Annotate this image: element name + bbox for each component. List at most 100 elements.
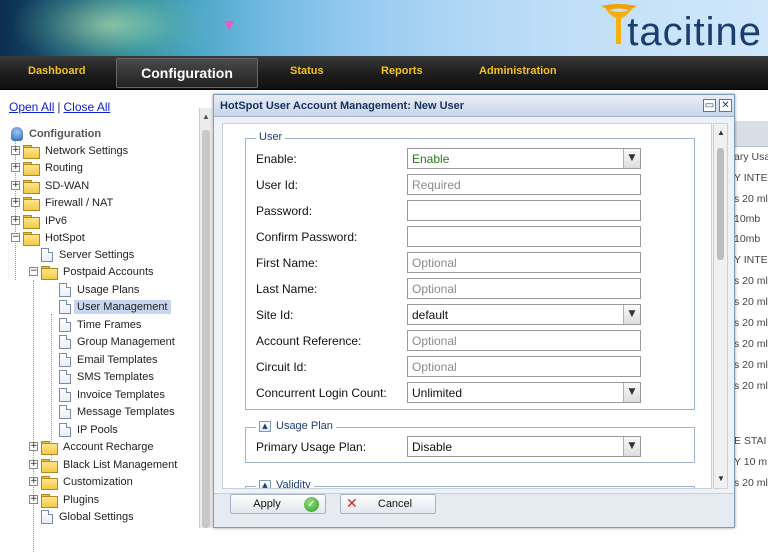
page-icon	[59, 369, 71, 384]
tree-item-postpaid-accounts[interactable]: − Postpaid Accounts	[29, 263, 154, 280]
tree-item-server-settings[interactable]: Server Settings	[41, 246, 134, 263]
nav-status[interactable]: Status	[290, 65, 324, 77]
expand-icon[interactable]: +	[11, 163, 20, 172]
tree-item-customization[interactable]: + Customization	[29, 473, 133, 490]
tree-item-black-list-management[interactable]: + Black List Management	[29, 456, 177, 473]
chevron-down-icon[interactable]: ▼	[623, 437, 640, 456]
last-name-input[interactable]: Optional	[407, 278, 641, 299]
confirm-password-label: Confirm Password:	[256, 230, 358, 244]
tree-label: Black List Management	[63, 458, 178, 471]
tree-item-user-management[interactable]: User Management	[59, 298, 171, 315]
chevron-down-icon[interactable]: ▼	[623, 383, 640, 402]
close-all-link[interactable]: Close All	[64, 100, 111, 114]
tree-item-hotspot[interactable]: − HotSpot	[11, 229, 85, 246]
folder-open-icon	[23, 231, 40, 246]
usage-plan-group: ▲ Usage Plan Primary Usage Plan: Disable ▼	[245, 420, 695, 463]
cancel-button[interactable]: ✕ Cancel	[340, 494, 436, 514]
confirm-password-input[interactable]	[407, 226, 641, 247]
tree-item-invoice-templates[interactable]: Invoice Templates	[59, 386, 165, 403]
tree-item-plugins[interactable]: + Plugins	[29, 491, 99, 508]
tree-item-sd-wan[interactable]: + SD-WAN	[11, 177, 89, 194]
scrollbar-thumb[interactable]	[717, 148, 724, 260]
tree-item-usage-plans[interactable]: Usage Plans	[59, 281, 139, 298]
chevron-down-icon[interactable]: ▼	[623, 149, 640, 168]
tree-item-account-recharge[interactable]: + Account Recharge	[29, 438, 154, 455]
site-id-select[interactable]: default ▼	[407, 304, 641, 325]
scrollbar-thumb[interactable]	[202, 130, 210, 528]
table-cell: 10mb	[734, 233, 761, 245]
expand-icon[interactable]: +	[29, 442, 38, 451]
folder-icon	[23, 214, 40, 229]
user-id-input[interactable]: Required	[407, 174, 641, 195]
expand-icon[interactable]: +	[11, 198, 20, 207]
collapse-icon[interactable]: −	[29, 267, 38, 276]
table-cell: Y INTE	[734, 172, 768, 184]
tree-label: HotSpot	[45, 231, 85, 244]
tree-item-message-templates[interactable]: Message Templates	[59, 403, 175, 420]
tree-item-network-settings[interactable]: + Network Settings	[11, 142, 128, 159]
nav-administration[interactable]: Administration	[479, 65, 557, 77]
page-icon	[59, 352, 71, 367]
first-name-input[interactable]: Optional	[407, 252, 641, 273]
user-id-row: User Id: Required	[256, 174, 676, 196]
expand-icon[interactable]: +	[11, 146, 20, 155]
scroll-up-icon[interactable]: ▲	[202, 112, 210, 121]
dialog-titlebar[interactable]: HotSpot User Account Management: New Use…	[214, 95, 734, 117]
collapse-up-icon[interactable]: ▲	[259, 479, 271, 488]
header-banner: ▾ tacitine	[0, 0, 768, 56]
tree-label: SMS Templates	[77, 370, 154, 383]
table-header-cell: ary Usa	[734, 151, 768, 163]
collapse-icon[interactable]: −	[11, 233, 20, 242]
sidebar-scrollbar[interactable]: ▲	[199, 108, 212, 528]
tree-item-global-settings[interactable]: Global Settings	[41, 508, 134, 525]
expand-icon[interactable]: +	[11, 181, 20, 190]
site-id-row: Site Id: default ▼	[256, 304, 676, 326]
restore-icon[interactable]: ▭	[703, 99, 716, 112]
circuit-id-input[interactable]: Optional	[407, 356, 641, 377]
tree-label: Network Settings	[45, 144, 129, 157]
close-icon[interactable]: ✕	[719, 99, 732, 112]
scroll-up-icon[interactable]: ▲	[717, 128, 725, 137]
tree-item-ipv6[interactable]: + IPv6	[11, 212, 67, 229]
scroll-down-icon[interactable]: ▼	[717, 474, 725, 483]
tree-item-group-management[interactable]: Group Management	[59, 333, 175, 350]
open-all-link[interactable]: Open All	[9, 100, 54, 114]
tree-item-firewall-nat[interactable]: + Firewall / NAT	[11, 194, 113, 211]
nav-dashboard[interactable]: Dashboard	[28, 65, 85, 77]
expand-icon[interactable]: +	[29, 495, 38, 504]
tree-item-email-templates[interactable]: Email Templates	[59, 351, 158, 368]
tree-item-ip-pools[interactable]: IP Pools	[59, 421, 118, 438]
concurrent-login-select[interactable]: Unlimited ▼	[407, 382, 641, 403]
tree-root[interactable]: Configuration	[11, 125, 101, 142]
account-reference-label: Account Reference:	[256, 334, 362, 348]
configuration-icon	[11, 126, 23, 141]
banner-decoration: ▾	[224, 14, 235, 36]
expand-icon[interactable]: +	[11, 216, 20, 225]
enable-select[interactable]: Enable ▼	[407, 148, 641, 169]
table-cell: s 20 ml	[734, 193, 768, 205]
tree-item-time-frames[interactable]: Time Frames	[59, 316, 141, 333]
nav-configuration[interactable]: Configuration	[116, 58, 258, 88]
form-scrollbar[interactable]: ▲ ▼	[713, 123, 728, 489]
collapse-up-icon[interactable]: ▲	[259, 420, 271, 432]
tree-item-sms-templates[interactable]: SMS Templates	[59, 368, 154, 385]
nav-reports[interactable]: Reports	[381, 65, 423, 77]
table-cell: s 20 ml	[734, 477, 768, 489]
apply-button[interactable]: Apply ✓	[230, 494, 326, 514]
validity-title: Validity	[276, 479, 311, 489]
page-icon	[41, 509, 53, 524]
usage-plan-legend[interactable]: ▲ Usage Plan	[256, 420, 336, 432]
folder-icon	[23, 144, 40, 159]
expand-icon[interactable]: +	[29, 477, 38, 486]
password-input[interactable]	[407, 200, 641, 221]
account-reference-input[interactable]: Optional	[407, 330, 641, 351]
user-group-title: User	[259, 131, 283, 143]
expand-icon[interactable]: +	[29, 460, 38, 469]
chevron-down-icon[interactable]: ▼	[623, 305, 640, 324]
tree-item-routing[interactable]: + Routing	[11, 159, 83, 176]
dialog-form: User Enable: Enable ▼ User Id: Required P…	[222, 123, 712, 489]
primary-usage-plan-select[interactable]: Disable ▼	[407, 436, 641, 457]
circuit-id-row: Circuit Id: Optional	[256, 356, 676, 378]
site-id-label: Site Id:	[256, 308, 294, 322]
validity-legend[interactable]: ▲ Validity	[256, 479, 314, 489]
